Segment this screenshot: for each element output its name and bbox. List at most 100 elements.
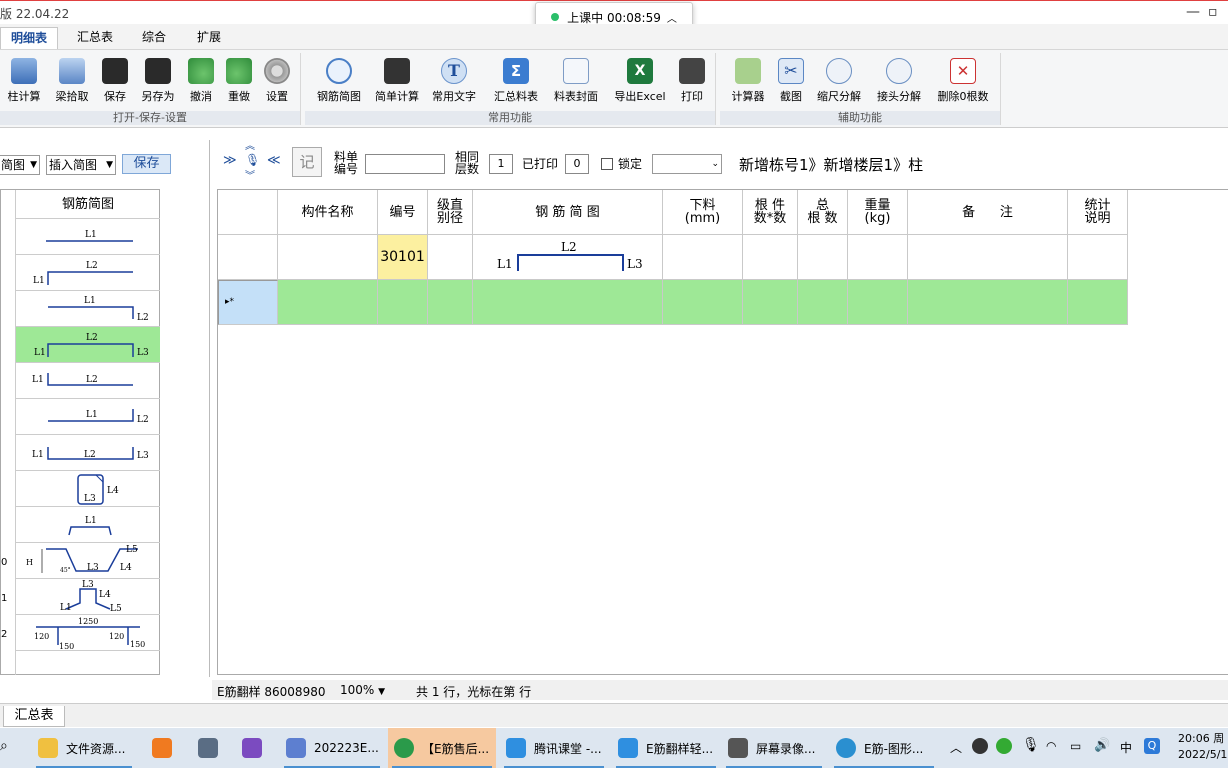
- tab-detail[interactable]: 明细表: [0, 27, 58, 49]
- shape-row-8[interactable]: L3 L4: [15, 471, 160, 507]
- cell-sketch[interactable]: L1 L2 L3: [473, 235, 663, 280]
- col-header-remark[interactable]: 备 注: [908, 190, 1068, 235]
- table-cover-button[interactable]: 料表封面: [549, 58, 603, 104]
- qq-icon[interactable]: [972, 738, 988, 754]
- left-save-button[interactable]: 保存: [122, 154, 171, 174]
- rebar-sketch-button[interactable]: 钢筋简图: [311, 58, 367, 104]
- joint-split-button[interactable]: 接头分解: [872, 58, 926, 104]
- task-ejin-support[interactable]: 【E筋售后...: [388, 728, 496, 768]
- q-app-icon[interactable]: Q: [1144, 738, 1160, 754]
- shape-row-4-selected[interactable]: L1 L2 L3: [15, 327, 160, 363]
- row-header[interactable]: [218, 235, 278, 280]
- volume-icon[interactable]: 🔊: [1094, 738, 1110, 753]
- minimize-icon[interactable]: —: [1186, 4, 1200, 20]
- tab-summary[interactable]: 汇总表: [66, 27, 124, 49]
- cell-weight[interactable]: [848, 235, 908, 280]
- settings-button[interactable]: 设置: [260, 58, 294, 104]
- shape-row-7[interactable]: L1 L2 L3: [15, 435, 160, 471]
- col-header-cut[interactable]: 下料 (mm): [663, 190, 743, 235]
- print-button[interactable]: 打印: [675, 58, 709, 104]
- task-ejin-graphic[interactable]: E筋-图形...: [830, 728, 938, 768]
- redo-button[interactable]: 重做: [222, 58, 256, 104]
- xiangtong-input[interactable]: 1: [489, 154, 513, 174]
- cell-grade[interactable]: [428, 235, 473, 280]
- col-header-number[interactable]: 编号: [378, 190, 428, 235]
- cell-count[interactable]: [743, 235, 798, 280]
- ime-indicator[interactable]: 中: [1120, 739, 1132, 756]
- simple-calc-button[interactable]: 简单计算: [371, 58, 423, 104]
- expand-right-icon[interactable]: ≫: [223, 154, 237, 167]
- lock-checkbox[interactable]: [601, 158, 613, 170]
- chevron-up-icon[interactable]: ︿: [667, 10, 677, 25]
- task-calculator[interactable]: [192, 728, 228, 768]
- col-header-sketch[interactable]: 钢 筋 简 图: [473, 190, 663, 235]
- new-cell-name[interactable]: [278, 280, 378, 325]
- col-header-grade[interactable]: 级直 别径: [428, 190, 473, 235]
- shape-row-1[interactable]: L1: [15, 219, 160, 255]
- microphone-icon[interactable]: 🎙: [1022, 737, 1040, 753]
- task-file-explorer[interactable]: 文件资源...: [32, 728, 136, 768]
- delete-zero-button[interactable]: ✕ 删除0根数: [932, 58, 994, 104]
- expand-left-icon[interactable]: ≪: [267, 154, 281, 167]
- calculator-button[interactable]: 计算器: [726, 58, 770, 104]
- zoom-select[interactable]: 100% ▼: [340, 683, 385, 697]
- tab-comprehensive[interactable]: 综合: [128, 27, 180, 49]
- record-button[interactable]: 记: [292, 147, 322, 177]
- col-calc-button[interactable]: 柱计算: [4, 58, 44, 104]
- liaodan-number-input[interactable]: [365, 154, 445, 174]
- col-header-stat[interactable]: 统计 说明: [1068, 190, 1128, 235]
- cell-remark[interactable]: [908, 235, 1068, 280]
- shape-row-11[interactable]: L3 L4 L1 L5: [15, 579, 160, 615]
- task-visual-studio[interactable]: [236, 728, 272, 768]
- save-as-button[interactable]: 另存为: [138, 58, 178, 104]
- insert-sketch-select[interactable]: 插入简图 ▼: [46, 155, 116, 175]
- collapse-up-icon[interactable]: ︽: [245, 142, 255, 152]
- task-vs-project[interactable]: 202223E...: [280, 728, 384, 768]
- task-tencent-classroom[interactable]: 腾讯课堂 -...: [500, 728, 608, 768]
- tab-extension[interactable]: 扩展: [184, 27, 234, 49]
- new-cell-remark[interactable]: [908, 280, 1068, 325]
- cell-name[interactable]: [278, 235, 378, 280]
- cell-cut[interactable]: [663, 235, 743, 280]
- microphone-icon[interactable]: 🎙: [245, 154, 260, 167]
- new-cell-total[interactable]: [798, 280, 848, 325]
- export-excel-button[interactable]: X 导出Excel: [609, 58, 671, 104]
- col-header-count[interactable]: 根 件 数*数: [743, 190, 798, 235]
- chevron-up-icon[interactable]: ︿: [950, 739, 962, 756]
- shape-row-9[interactable]: L1: [15, 507, 160, 543]
- cell-stat[interactable]: [1068, 235, 1128, 280]
- new-cell-sketch[interactable]: [473, 280, 663, 325]
- common-text-button[interactable]: T 常用文字: [427, 58, 481, 104]
- restore-icon[interactable]: ▫: [1208, 4, 1218, 20]
- battery-icon[interactable]: ▭: [1070, 739, 1081, 753]
- plus-icon[interactable]: [996, 738, 1012, 754]
- printed-count-input[interactable]: 0: [565, 154, 589, 174]
- shape-row-3[interactable]: L1 L2: [15, 291, 160, 327]
- collapse-down-icon[interactable]: ︾: [245, 172, 255, 182]
- undo-button[interactable]: 撤消: [184, 58, 218, 104]
- new-cell-cut[interactable]: [663, 280, 743, 325]
- lock-select[interactable]: ⌄: [652, 154, 722, 174]
- cell-number[interactable]: 30101: [378, 235, 428, 280]
- shape-row-10[interactable]: H 45° L3 L4 L5: [15, 543, 160, 579]
- cell-total[interactable]: [798, 235, 848, 280]
- col-header-name[interactable]: 构件名称: [278, 190, 378, 235]
- new-cell-count[interactable]: [743, 280, 798, 325]
- new-cell-weight[interactable]: [848, 280, 908, 325]
- task-app-orange[interactable]: [146, 728, 182, 768]
- col-header-total[interactable]: 总 根 数: [798, 190, 848, 235]
- summary-table-button[interactable]: Σ 汇总料表: [489, 58, 543, 104]
- beam-pick-button[interactable]: 梁拾取: [52, 58, 92, 104]
- new-cell-grade[interactable]: [428, 280, 473, 325]
- new-cell-stat[interactable]: [1068, 280, 1128, 325]
- screenshot-button[interactable]: ✂ 截图: [774, 58, 808, 104]
- shape-row-empty[interactable]: [15, 651, 160, 675]
- shape-row-12[interactable]: 1250 120 120 150 150: [15, 615, 160, 651]
- sheet-tab-summary[interactable]: 汇总表: [3, 706, 65, 727]
- row-header-new[interactable]: ▸*: [218, 280, 278, 325]
- scale-split-button[interactable]: 缩尺分解: [814, 58, 864, 104]
- new-cell-number[interactable]: [378, 280, 428, 325]
- shape-row-2[interactable]: L1 L2: [15, 255, 160, 291]
- sketch-type-select[interactable]: 简图 ▼: [0, 155, 40, 175]
- save-button[interactable]: 保存: [98, 58, 132, 104]
